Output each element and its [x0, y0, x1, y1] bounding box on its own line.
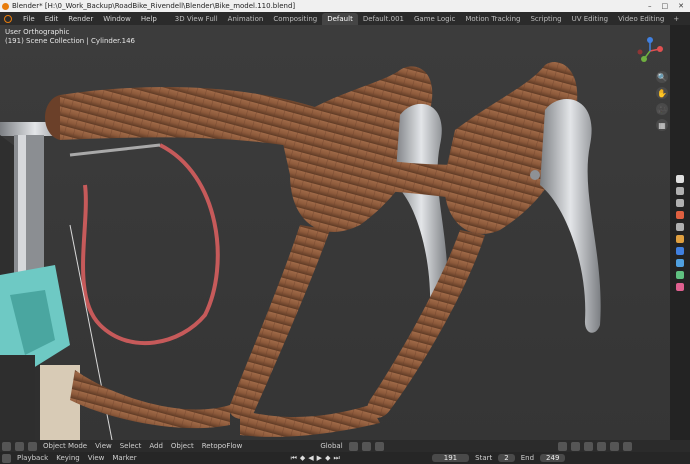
- window-titlebar: Blender* [H:\0_Work_Backup\RoadBike_Rive…: [0, 0, 690, 12]
- physics-icon[interactable]: [676, 271, 684, 279]
- viewport-header: Object Mode View Select Add Object Retop…: [0, 440, 690, 452]
- header-menu-view[interactable]: View: [91, 442, 116, 450]
- end-label: End: [520, 454, 535, 462]
- select-box-icon[interactable]: [15, 441, 24, 451]
- proportional-edit-icon[interactable]: [374, 441, 384, 451]
- shading-material-icon[interactable]: [622, 441, 632, 451]
- playback-controls: ⏮ ◆ ◀ ▶ ◆ ⏭: [291, 454, 340, 463]
- xray-icon[interactable]: [596, 441, 606, 451]
- add-workspace-button[interactable]: +: [669, 15, 683, 23]
- timeline-header: Playback Keying View Marker ⏮ ◆ ◀ ▶ ◆ ⏭ …: [0, 452, 690, 464]
- timeline-menu-keying[interactable]: Keying: [52, 454, 84, 462]
- tab-game-logic[interactable]: Game Logic: [409, 13, 460, 25]
- timeline-menu-view[interactable]: View: [84, 454, 109, 462]
- tool-icon[interactable]: [676, 175, 684, 183]
- select-extend-icon[interactable]: [28, 441, 37, 451]
- scene-info: (191) Scene Collection | Cylinder.146: [5, 37, 135, 45]
- tab-uv-editing[interactable]: UV Editing: [567, 13, 614, 25]
- start-label: Start: [475, 454, 493, 462]
- tab-3d-view-full[interactable]: 3D View Full: [170, 13, 223, 25]
- menu-render[interactable]: Render: [63, 15, 98, 23]
- visibility-icon[interactable]: [557, 441, 567, 451]
- tab-motion-tracking[interactable]: Motion Tracking: [460, 13, 525, 25]
- particles-icon[interactable]: [676, 259, 684, 267]
- viewport-tools: 🔍 ✋ 🎥 ▦: [656, 71, 668, 131]
- gizmo-icon[interactable]: [570, 441, 580, 451]
- navigation-gizmo-icon[interactable]: [636, 37, 664, 65]
- object-mode-dropdown[interactable]: Object Mode: [39, 442, 91, 450]
- grid-icon[interactable]: ▦: [656, 119, 668, 131]
- tab-default[interactable]: Default: [322, 12, 358, 25]
- jump-start-icon[interactable]: ⏮: [291, 454, 297, 463]
- material-icon[interactable]: [676, 283, 684, 291]
- timeline-editor-icon[interactable]: [2, 453, 11, 463]
- header-menu-retopoflow[interactable]: RetopoFlow: [198, 442, 247, 450]
- snap-icon[interactable]: [361, 441, 371, 451]
- tab-compositing[interactable]: Compositing: [268, 13, 322, 25]
- timeline-menu-marker[interactable]: Marker: [108, 454, 140, 462]
- play-reverse-icon[interactable]: ◀: [308, 454, 313, 463]
- jump-end-icon[interactable]: ⏭: [333, 454, 339, 463]
- overlay-icon[interactable]: [583, 441, 593, 451]
- end-frame-field[interactable]: 249: [540, 454, 566, 462]
- next-keyframe-icon[interactable]: ◆: [325, 454, 330, 463]
- viewport-info: User Orthographic (191) Scene Collection…: [5, 28, 135, 46]
- close-icon[interactable]: ✕: [678, 2, 684, 10]
- output-icon[interactable]: [676, 199, 684, 207]
- view-name: User Orthographic: [5, 28, 70, 36]
- menu-help[interactable]: Help: [136, 15, 162, 23]
- timeline-menu-playback[interactable]: Playback: [13, 454, 52, 462]
- minimize-icon[interactable]: –: [648, 2, 652, 10]
- header-menu-select[interactable]: Select: [116, 442, 146, 450]
- maximize-icon[interactable]: □: [662, 2, 669, 10]
- start-frame-field[interactable]: 2: [498, 454, 515, 462]
- 3d-viewport[interactable]: User Orthographic (191) Scene Collection…: [0, 25, 670, 440]
- camera-icon[interactable]: 🎥: [656, 103, 668, 115]
- zoom-icon[interactable]: 🔍: [656, 71, 668, 83]
- menu-edit[interactable]: Edit: [40, 15, 64, 23]
- header-menu-object[interactable]: Object: [167, 442, 198, 450]
- object-icon[interactable]: [676, 235, 684, 243]
- viewport-render: [0, 25, 670, 440]
- prev-keyframe-icon[interactable]: ◆: [300, 454, 305, 463]
- tab-default-001[interactable]: Default.001: [358, 13, 409, 25]
- window-title: Blender* [H:\0_Work_Backup\RoadBike_Rive…: [12, 2, 296, 10]
- pivot-icon[interactable]: [348, 441, 358, 451]
- render-icon[interactable]: [676, 187, 684, 195]
- tab-scripting[interactable]: Scripting: [525, 13, 566, 25]
- transform-orientation-dropdown[interactable]: Global: [316, 442, 346, 450]
- menu-file[interactable]: File: [18, 15, 40, 23]
- play-icon[interactable]: ▶: [317, 454, 322, 463]
- menu-window[interactable]: Window: [98, 15, 136, 23]
- blender-menu-icon[interactable]: [4, 14, 12, 23]
- modifier-icon[interactable]: [676, 247, 684, 255]
- editor-type-icon[interactable]: [2, 441, 11, 451]
- top-menubar: File Edit Render Window Help 3D View Ful…: [0, 12, 690, 25]
- tab-video-editing[interactable]: Video Editing: [613, 13, 669, 25]
- tab-animation[interactable]: Animation: [223, 13, 269, 25]
- shading-solid-icon[interactable]: [609, 441, 619, 451]
- world-icon[interactable]: [676, 223, 684, 231]
- header-menu-add[interactable]: Add: [145, 442, 167, 450]
- properties-tabs: [670, 25, 690, 440]
- current-frame-field[interactable]: 191: [431, 454, 470, 462]
- blender-logo-icon: [2, 2, 9, 10]
- pan-hand-icon[interactable]: ✋: [656, 87, 668, 99]
- scene-icon[interactable]: [676, 211, 684, 219]
